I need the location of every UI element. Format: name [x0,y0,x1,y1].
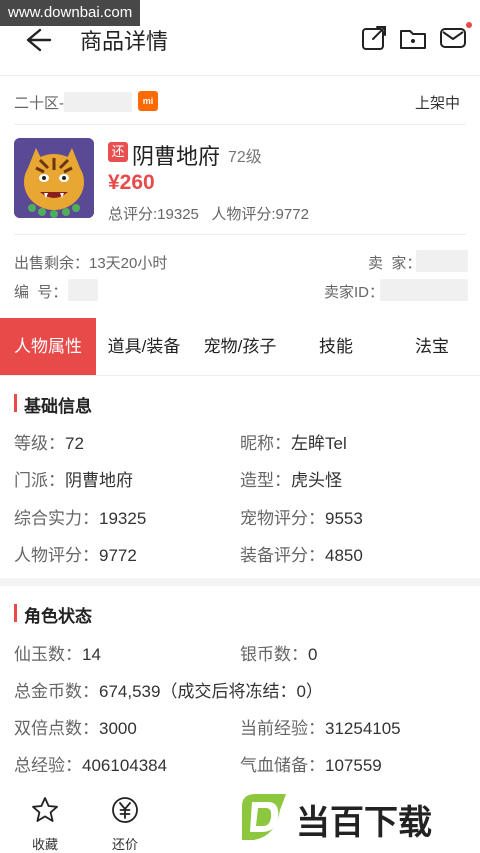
offer-label: 还价 [111,837,138,852]
attr-silver: 银币数：0 [240,645,318,664]
price: ¥260 [108,171,155,194]
attr-gold: 总金币数：674,539（成交后将冻结：0） [14,682,323,701]
notification-dot [466,22,472,28]
tab-items-equipment[interactable]: 道具/装备 [96,318,192,375]
site-watermark: www.downbai.com [0,0,141,26]
yen-icon [112,797,138,823]
offer-button[interactable]: 还价 [100,795,150,853]
section-separator [0,578,480,586]
tab-attributes[interactable]: 人物属性 [0,318,96,375]
downbai-logo-watermark: 当百下载 [238,788,474,848]
attr-double-points: 双倍点数：3000 [14,719,137,738]
remaining-time: 出售剩余：13天20小时 [14,255,168,272]
role-level: 72级 [228,149,262,166]
platform-badge: mi [138,91,158,111]
star-icon [32,797,58,822]
attr-nickname: 昵称：左眸Tel [240,434,347,453]
section-title-basic: 基础信息 [14,392,92,417]
listing-status: 上架中 [414,95,460,112]
score-summary: 总评分:19325 人物评分:9772 [108,206,309,223]
divider [14,124,466,125]
tab-treasures[interactable]: 法宝 [384,318,480,375]
server-name: 二十区- [14,95,64,112]
tab-skills[interactable]: 技能 [288,318,384,375]
attr-char-score: 人物评分：9772 [14,546,137,565]
back-arrow-icon[interactable] [18,24,54,56]
attr-jade: 仙玉数：14 [14,645,101,664]
page-title: 商品详情 [80,29,169,54]
role-avatar [14,138,94,218]
section-title-status: 角色状态 [14,602,92,627]
attr-level: 等级：72 [14,434,84,453]
attr-model: 造型：虎头怪 [240,471,342,490]
folder-icon[interactable] [398,24,428,54]
masked-id [68,279,98,301]
seller-label: 卖 家： [368,255,422,272]
server-row: 二十区- mi 上架中 [14,88,466,114]
attr-school: 门派：阴曹地府 [14,471,133,490]
masked-seller-name [416,250,468,272]
bargain-badge: 还 [108,142,128,162]
attr-overall-power: 综合实力：19325 [14,509,147,528]
attr-pet-score: 宠物评分：9553 [240,509,363,528]
svg-text:当百下载: 当百下载 [296,803,432,843]
favorite-label: 收藏 [31,837,58,852]
divider [14,234,466,235]
seller-id-label: 卖家ID： [324,284,385,301]
attr-current-exp: 当前经验：31254105 [240,719,401,738]
masked-server-detail [64,92,132,112]
message-icon[interactable] [438,24,468,54]
tab-pets-children[interactable]: 宠物/孩子 [192,318,288,375]
attr-total-exp: 总经验：406104384 [14,756,168,775]
attr-equip-score: 装备评分：4850 [240,546,363,565]
favorite-button[interactable]: 收藏 [20,795,70,853]
masked-seller-id [380,279,468,301]
detail-tabs: 人物属性 道具/装备 宠物/孩子 技能 法宝 [0,318,480,376]
role-name: 阴曹地府 [132,144,221,169]
attr-hp-reserve: 气血储备：107559 [240,756,382,775]
share-icon[interactable] [360,24,390,54]
id-label: 编 号： [14,284,68,301]
